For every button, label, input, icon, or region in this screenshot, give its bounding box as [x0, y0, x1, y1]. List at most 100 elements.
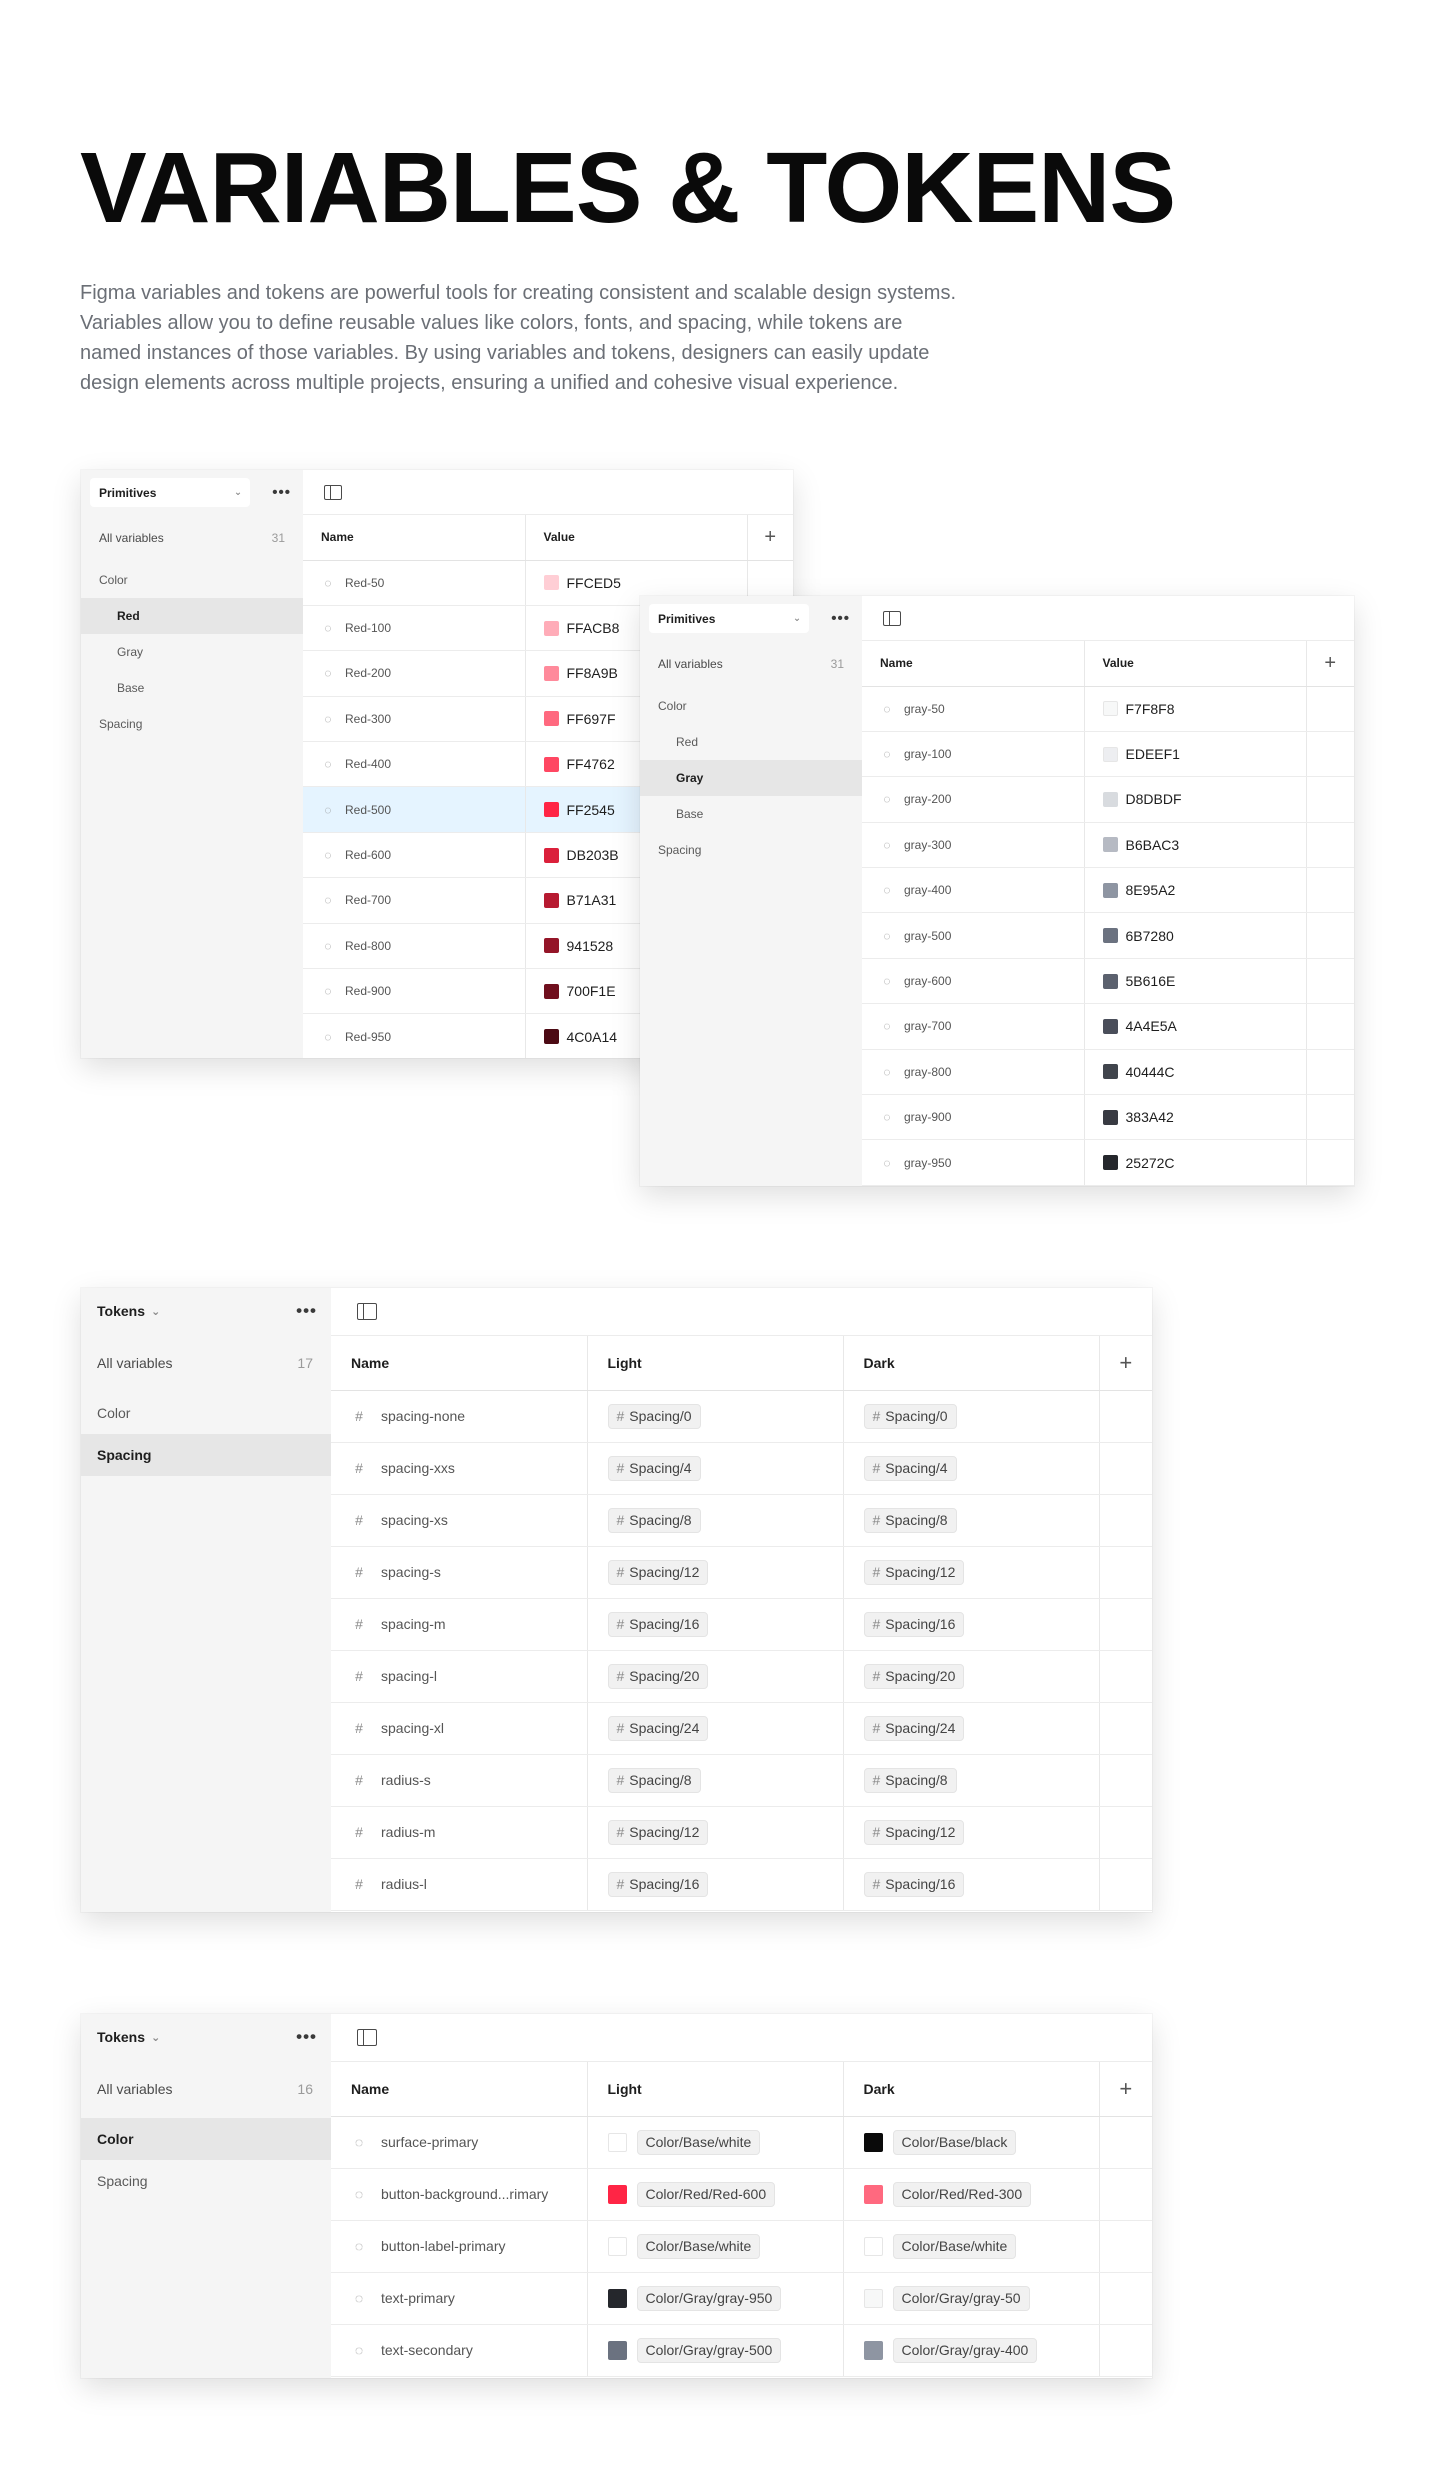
alias-pill[interactable]: # Spacing/0: [863, 1403, 957, 1429]
variable-value-cell[interactable]: 6B7280: [1084, 912, 1307, 959]
alias-pill[interactable]: # Spacing/20: [607, 1663, 709, 1689]
add-mode-button[interactable]: +: [747, 515, 793, 561]
all-variables-item[interactable]: All variables 17: [81, 1334, 331, 1392]
token-name-cell[interactable]: # spacing-xxs: [331, 1442, 588, 1495]
alias-pill[interactable]: # Spacing/16: [607, 1871, 709, 1897]
variable-name-cell[interactable]: ◌ Red-400: [303, 741, 526, 788]
more-options-icon[interactable]: •••: [296, 1301, 317, 1321]
toggle-sidebar-icon[interactable]: [324, 484, 342, 500]
table-row[interactable]: # spacing-s # Spacing/12 # Spacing/12: [331, 1546, 1152, 1599]
variable-name-cell[interactable]: ◌ gray-300: [862, 822, 1085, 869]
token-name-cell[interactable]: # radius-s: [331, 1754, 588, 1807]
alias-pill[interactable]: Color/Gray/gray-500: [636, 2337, 782, 2363]
alias-pill[interactable]: # Spacing/12: [607, 1559, 709, 1585]
token-light-cell[interactable]: Color/Base/white: [587, 2220, 844, 2273]
token-dark-cell[interactable]: # Spacing/8: [843, 1754, 1100, 1807]
variable-name-cell[interactable]: ◌ gray-800: [862, 1049, 1085, 1096]
table-row[interactable]: # spacing-m # Spacing/16 # Spacing/16: [331, 1598, 1152, 1651]
table-row[interactable]: ◌ gray-400 8E95A2: [862, 867, 1354, 914]
token-light-cell[interactable]: Color/Base/white: [587, 2116, 844, 2169]
alias-pill[interactable]: # Spacing/12: [863, 1559, 965, 1585]
token-name-cell[interactable]: ◌ text-secondary: [331, 2324, 588, 2377]
toggle-sidebar-icon[interactable]: [357, 2029, 377, 2046]
all-variables-item[interactable]: All variables 31: [640, 641, 862, 686]
token-name-cell[interactable]: # spacing-m: [331, 1598, 588, 1651]
variable-name-cell[interactable]: ◌ gray-400: [862, 867, 1085, 914]
alias-pill[interactable]: # Spacing/16: [863, 1871, 965, 1897]
token-light-cell[interactable]: # Spacing/16: [587, 1598, 844, 1651]
variable-name-cell[interactable]: ◌ Red-950: [303, 1013, 526, 1058]
alias-pill[interactable]: Color/Red/Red-300: [892, 2181, 1032, 2207]
alias-pill[interactable]: Color/Gray/gray-400: [892, 2337, 1038, 2363]
variable-name-cell[interactable]: ◌ Red-100: [303, 605, 526, 652]
alias-pill[interactable]: Color/Red/Red-600: [636, 2181, 776, 2207]
table-row[interactable]: # spacing-xs # Spacing/8 # Spacing/8: [331, 1494, 1152, 1547]
token-light-cell[interactable]: # Spacing/12: [587, 1546, 844, 1599]
table-row[interactable]: # spacing-none # Spacing/0 # Spacing/0: [331, 1390, 1152, 1443]
group-color[interactable]: Color: [81, 562, 303, 598]
all-variables-item[interactable]: All variables 16: [81, 2060, 331, 2118]
variable-value-cell[interactable]: 5B616E: [1084, 958, 1307, 1005]
token-light-cell[interactable]: # Spacing/4: [587, 1442, 844, 1495]
token-name-cell[interactable]: ◌ surface-primary: [331, 2116, 588, 2169]
collection-dropdown[interactable]: Primitives ⌄: [649, 604, 809, 633]
table-row[interactable]: ◌ gray-500 6B7280: [862, 912, 1354, 959]
variable-name-cell[interactable]: ◌ Red-500: [303, 786, 526, 833]
table-row[interactable]: ◌ button-background...rimary Color/Red/Red…: [331, 2168, 1152, 2221]
variable-name-cell[interactable]: ◌ gray-600: [862, 958, 1085, 1005]
group-color[interactable]: Color: [81, 1392, 331, 1434]
table-row[interactable]: ◌ gray-950 25272C: [862, 1139, 1354, 1186]
token-name-cell[interactable]: # spacing-none: [331, 1390, 588, 1443]
group-red[interactable]: Red: [81, 598, 303, 634]
table-row[interactable]: ◌ gray-600 5B616E: [862, 958, 1354, 1005]
alias-pill[interactable]: # Spacing/8: [607, 1767, 701, 1793]
table-row[interactable]: ◌ gray-100 EDEEF1: [862, 731, 1354, 778]
variable-value-cell[interactable]: 8E95A2: [1084, 867, 1307, 914]
collection-dropdown[interactable]: Primitives ⌄: [90, 478, 250, 507]
token-dark-cell[interactable]: # Spacing/12: [843, 1546, 1100, 1599]
token-dark-cell[interactable]: # Spacing/24: [843, 1702, 1100, 1755]
token-dark-cell[interactable]: # Spacing/8: [843, 1494, 1100, 1547]
token-name-cell[interactable]: ◌ button-label-primary: [331, 2220, 588, 2273]
variable-name-cell[interactable]: ◌ gray-100: [862, 731, 1085, 778]
variable-name-cell[interactable]: ◌ gray-500: [862, 912, 1085, 959]
table-row[interactable]: # spacing-l # Spacing/20 # Spacing/20: [331, 1650, 1152, 1703]
variable-name-cell[interactable]: ◌ gray-950: [862, 1139, 1085, 1186]
alias-pill[interactable]: # Spacing/0: [607, 1403, 701, 1429]
alias-pill[interactable]: # Spacing/8: [863, 1507, 957, 1533]
group-color[interactable]: Color: [81, 2118, 331, 2160]
table-row[interactable]: ◌ gray-800 40444C: [862, 1049, 1354, 1096]
token-light-cell[interactable]: Color/Gray/gray-950: [587, 2272, 844, 2325]
token-name-cell[interactable]: # spacing-xl: [331, 1702, 588, 1755]
alias-pill[interactable]: # Spacing/4: [863, 1455, 957, 1481]
table-row[interactable]: ◌ gray-50 F7F8F8: [862, 686, 1354, 732]
group-spacing[interactable]: Spacing: [81, 1434, 331, 1476]
alias-pill[interactable]: # Spacing/8: [863, 1767, 957, 1793]
alias-pill[interactable]: # Spacing/4: [607, 1455, 701, 1481]
token-dark-cell[interactable]: # Spacing/12: [843, 1806, 1100, 1859]
table-row[interactable]: # spacing-xl # Spacing/24 # Spacing/24: [331, 1702, 1152, 1755]
variable-value-cell[interactable]: EDEEF1: [1084, 731, 1307, 778]
token-dark-cell[interactable]: Color/Red/Red-300: [843, 2168, 1100, 2221]
variable-name-cell[interactable]: ◌ Red-800: [303, 923, 526, 970]
token-name-cell[interactable]: ◌ button-background...rimary: [331, 2168, 588, 2221]
token-dark-cell[interactable]: # Spacing/16: [843, 1858, 1100, 1911]
token-name-cell[interactable]: ◌ text-primary: [331, 2272, 588, 2325]
table-row[interactable]: ◌ button-label-primary Color/Base/white Col…: [331, 2220, 1152, 2273]
token-dark-cell[interactable]: # Spacing/16: [843, 1598, 1100, 1651]
token-dark-cell[interactable]: # Spacing/4: [843, 1442, 1100, 1495]
variable-value-cell[interactable]: 383A42: [1084, 1094, 1307, 1141]
alias-pill[interactable]: Color/Gray/gray-50: [892, 2285, 1030, 2311]
group-gray[interactable]: Gray: [81, 634, 303, 670]
alias-pill[interactable]: # Spacing/12: [863, 1819, 965, 1845]
alias-pill[interactable]: # Spacing/24: [863, 1715, 965, 1741]
group-spacing[interactable]: Spacing: [81, 2160, 331, 2202]
table-row[interactable]: # radius-l # Spacing/16 # Spacing/16: [331, 1858, 1152, 1911]
alias-pill[interactable]: Color/Base/white: [892, 2233, 1017, 2259]
token-name-cell[interactable]: # radius-m: [331, 1806, 588, 1859]
table-row[interactable]: # radius-m # Spacing/12 # Spacing/12: [331, 1806, 1152, 1859]
token-light-cell[interactable]: # Spacing/12: [587, 1806, 844, 1859]
token-dark-cell[interactable]: Color/Base/white: [843, 2220, 1100, 2273]
variable-value-cell[interactable]: 25272C: [1084, 1139, 1307, 1186]
all-variables-item[interactable]: All variables 31: [81, 515, 303, 560]
